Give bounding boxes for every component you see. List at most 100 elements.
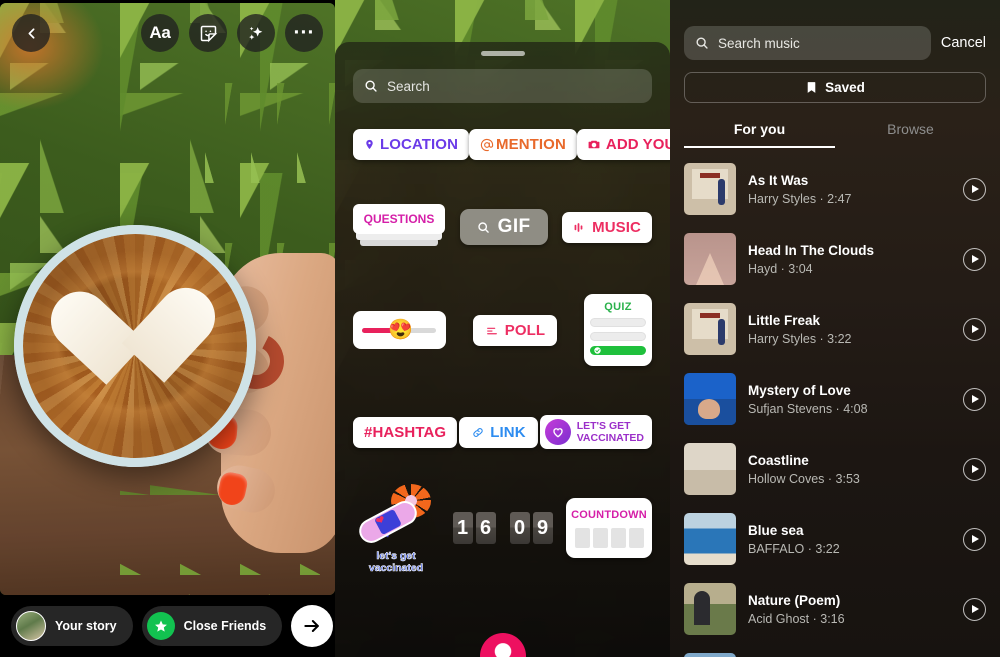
sheet-grabber-handle[interactable] xyxy=(480,51,525,56)
link-chain-icon xyxy=(473,427,483,437)
song-row[interactable]: Blue sea BAFFALO · 3:22 xyxy=(684,504,986,574)
close-friends-button[interactable]: Close Friends xyxy=(141,606,283,646)
avatar xyxy=(16,611,46,641)
clock-separator xyxy=(499,512,507,544)
heart-eyes-emoji-icon: 😍 xyxy=(388,319,413,341)
poll-lines-icon xyxy=(486,327,497,334)
back-chevron-icon xyxy=(28,27,34,39)
countdown-box xyxy=(610,527,626,548)
vaccine-badge-line1: LET'S GET xyxy=(576,420,631,432)
sticker-location[interactable]: LOCATION xyxy=(353,129,470,160)
play-button[interactable] xyxy=(963,317,986,341)
album-art-figure xyxy=(718,179,725,205)
sticker-emoji-slider[interactable]: 😍 xyxy=(353,311,446,349)
story-composer-panel: Aa ··· Your story Close Friends xyxy=(0,0,335,657)
song-row[interactable]: Here Comes The Sun The Beatles · 3:05 xyxy=(684,644,986,657)
sticker-music[interactable]: MUSIC xyxy=(562,211,652,243)
text-tool-button[interactable]: Aa xyxy=(141,14,179,52)
sticker-link[interactable]: LINK xyxy=(459,416,538,448)
song-row[interactable]: Nature (Poem) Acid Ghost · 3:16 xyxy=(684,574,986,644)
album-art xyxy=(684,233,736,285)
tab-for-you[interactable]: For you xyxy=(684,112,835,148)
more-options-label: ··· xyxy=(293,21,315,44)
album-art-figure xyxy=(718,319,725,345)
sticker-hashtag-label: #HASHTAG xyxy=(364,423,447,441)
album-art xyxy=(684,583,736,635)
arrow-right-icon xyxy=(304,620,320,632)
search-icon xyxy=(696,37,708,49)
play-button[interactable] xyxy=(963,597,986,621)
play-icon xyxy=(972,185,979,193)
sticker-add-yours[interactable]: ADD YOURS xyxy=(576,129,670,160)
song-row[interactable]: Head In The Clouds Hayd · 3:04 xyxy=(684,224,986,294)
sticker-quiz[interactable]: QUIZ xyxy=(584,294,652,366)
song-row[interactable]: Mystery of Love Sufjan Stevens · 4:08 xyxy=(684,364,986,434)
location-pin-icon xyxy=(366,139,373,150)
back-button[interactable] xyxy=(12,14,50,52)
at-sign-icon xyxy=(480,138,494,151)
your-story-button[interactable]: Your story xyxy=(11,606,133,646)
bandaid-sticker-text: let's get vaccinated xyxy=(353,550,439,575)
play-icon xyxy=(972,535,979,543)
sticker-clock[interactable]: 1 6 0 9 xyxy=(452,512,553,544)
play-button[interactable] xyxy=(963,457,986,481)
song-subtitle: Harry Styles · 3:22 xyxy=(748,331,852,346)
song-row[interactable]: Coastline Hollow Coves · 3:53 xyxy=(684,434,986,504)
send-button[interactable] xyxy=(291,605,334,647)
screenshot-stage: Aa ··· Your story Close Friends Search L… xyxy=(0,0,1000,657)
sticker-tool-button[interactable] xyxy=(189,14,227,52)
cancel-button[interactable]: Cancel xyxy=(941,35,986,51)
song-row[interactable]: As It Was Harry Styles · 2:47 xyxy=(684,154,986,224)
effects-tool-button[interactable] xyxy=(237,14,275,52)
vaccine-heart-icon xyxy=(544,419,571,445)
sticker-search-input[interactable]: Search xyxy=(353,69,652,103)
your-story-label: Your story xyxy=(55,619,117,633)
sticker-row-1: LOCATION MENTION ADD YOURS xyxy=(353,129,670,160)
sticker-row-4: #HASHTAG LINK LET'S GET VACCINATED xyxy=(353,415,652,449)
saved-button[interactable]: Saved xyxy=(684,72,986,103)
sticker-hashtag[interactable]: #HASHTAG xyxy=(353,416,458,448)
song-row[interactable]: Little Freak Harry Styles · 3:22 xyxy=(684,294,986,364)
sticker-bandaid-vaccine[interactable]: ❤ let's get vaccinated xyxy=(353,482,439,574)
bandaid-icon xyxy=(354,496,422,548)
camera-icon xyxy=(588,140,600,149)
sticker-poll[interactable]: POLL xyxy=(472,314,558,346)
album-art xyxy=(684,373,736,425)
more-options-button[interactable]: ··· xyxy=(285,14,323,52)
sticker-countdown[interactable]: COUNTDOWN xyxy=(566,498,652,558)
sticker-questions-label: QUESTIONS xyxy=(363,212,435,226)
sticker-search-placeholder: Search xyxy=(387,78,430,94)
bandaid-line1: let's get xyxy=(376,550,416,563)
song-subtitle: Sufjan Stevens · 4:08 xyxy=(748,401,868,416)
music-search-input[interactable]: Search music xyxy=(684,26,931,60)
sticker-gif[interactable]: GIF xyxy=(459,209,548,245)
clock-digit: 1 xyxy=(452,512,473,544)
music-tabs: For you Browse xyxy=(684,112,986,148)
quiz-option-bar xyxy=(590,318,646,327)
song-title: Blue sea xyxy=(748,522,804,538)
play-button[interactable] xyxy=(963,387,986,411)
song-list: As It Was Harry Styles · 2:47 Head In Th… xyxy=(684,154,986,657)
tab-browse[interactable]: Browse xyxy=(835,112,986,148)
play-button[interactable] xyxy=(963,177,986,201)
play-button[interactable] xyxy=(963,247,986,271)
play-icon xyxy=(972,325,979,333)
sticker-questions[interactable]: QUESTIONS xyxy=(353,204,445,250)
sticker-mention[interactable]: MENTION xyxy=(469,129,577,160)
play-button[interactable] xyxy=(963,527,986,551)
star-glyph-icon xyxy=(154,620,167,632)
sticker-lets-get-vaccinated-badge[interactable]: LET'S GET VACCINATED xyxy=(539,415,652,449)
music-picker-panel: Search music Cancel Saved For you Browse… xyxy=(670,0,1000,657)
song-subtitle: Hollow Coves · 3:53 xyxy=(748,471,860,486)
sticker-sheet: Search LOCATION MENTION ADD YOURS xyxy=(335,42,670,657)
partially-visible-pink-sticker[interactable] xyxy=(479,633,526,657)
heart-glyph-icon xyxy=(553,428,563,438)
sticker-grid: LOCATION MENTION ADD YOURS xyxy=(353,129,670,574)
quiz-correct-option-bar xyxy=(590,346,646,355)
search-icon xyxy=(365,80,377,92)
saved-label: Saved xyxy=(825,80,865,95)
album-art xyxy=(684,443,736,495)
search-icon xyxy=(477,221,489,233)
sticker-row-3: 😍 POLL QUIZ xyxy=(353,294,652,366)
clock-digit: 9 xyxy=(532,512,553,544)
